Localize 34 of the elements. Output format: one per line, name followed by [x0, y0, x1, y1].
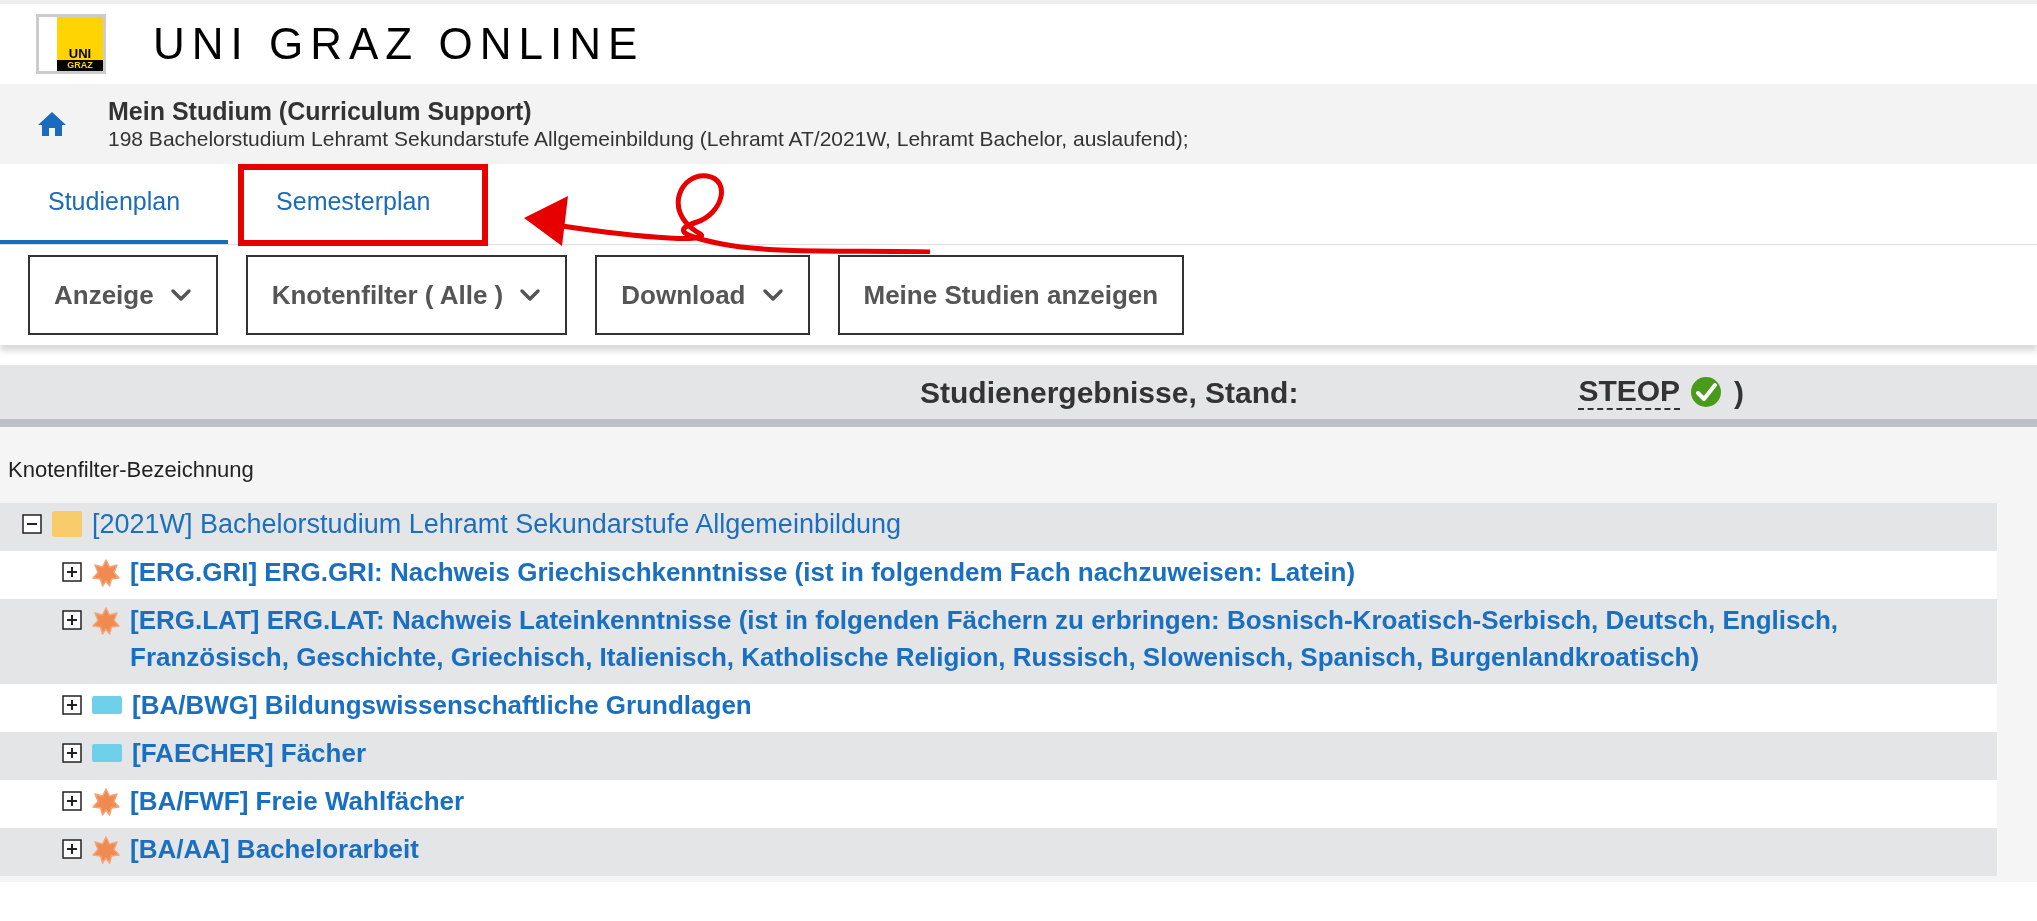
expand-icon[interactable] — [62, 610, 82, 630]
tab[interactable]: Studienplan — [0, 164, 229, 244]
module-icon — [92, 744, 122, 762]
study-program: 198 Bachelorstudium Lehramt Sekundarstufe Allgemeinbildung (Lehramt AT/2021W, Lehramt Bachelor, auslaufend); — [108, 126, 1189, 152]
results-heading: Studienergebnisse, Stand: — [920, 374, 1299, 411]
module-icon — [92, 696, 122, 714]
toolbar-button[interactable]: Knotenfilter ( Alle ) — [245, 255, 568, 335]
closing-parenthesis: ) — [1734, 374, 1745, 411]
expand-icon[interactable] — [62, 839, 82, 859]
column-header: Knotenfilter-Bezeichnung — [8, 457, 254, 482]
steop-label[interactable]: STEOP — [1578, 374, 1681, 410]
expand-icon[interactable] — [62, 743, 82, 763]
expand-icon[interactable] — [62, 791, 82, 811]
folder-icon — [52, 511, 82, 537]
expand-icon[interactable] — [62, 562, 82, 582]
toolbar-button[interactable]: Download — [595, 255, 810, 335]
tree-node-link[interactable]: [BA/AA] Bachelorarbeit — [130, 831, 419, 868]
home-icon[interactable] — [36, 110, 68, 138]
star-icon — [92, 836, 120, 864]
page-title: Mein Studium (Curriculum Support) — [108, 96, 533, 126]
star-icon — [92, 788, 120, 816]
tab[interactable]: Semesterplan — [228, 164, 479, 244]
toolbar-button[interactable]: Meine Studien anzeigen — [837, 255, 1185, 335]
expand-icon[interactable] — [62, 695, 82, 715]
star-icon — [92, 559, 120, 587]
tree-node-link[interactable]: [BA/FWF] Freie Wahlfächer — [130, 783, 465, 820]
star-icon — [92, 607, 120, 635]
collapse-icon[interactable] — [22, 514, 42, 534]
site-title: UNI GRAZ ONLINE — [153, 18, 645, 70]
logo-text: GRAZ — [57, 60, 103, 71]
tree-node-link[interactable]: [FAECHER] Fächer — [132, 735, 367, 772]
logo[interactable]: UNI GRAZ — [36, 14, 106, 74]
toolbar-button[interactable]: Anzeige — [28, 255, 218, 335]
logo-text: UNI — [68, 47, 92, 60]
